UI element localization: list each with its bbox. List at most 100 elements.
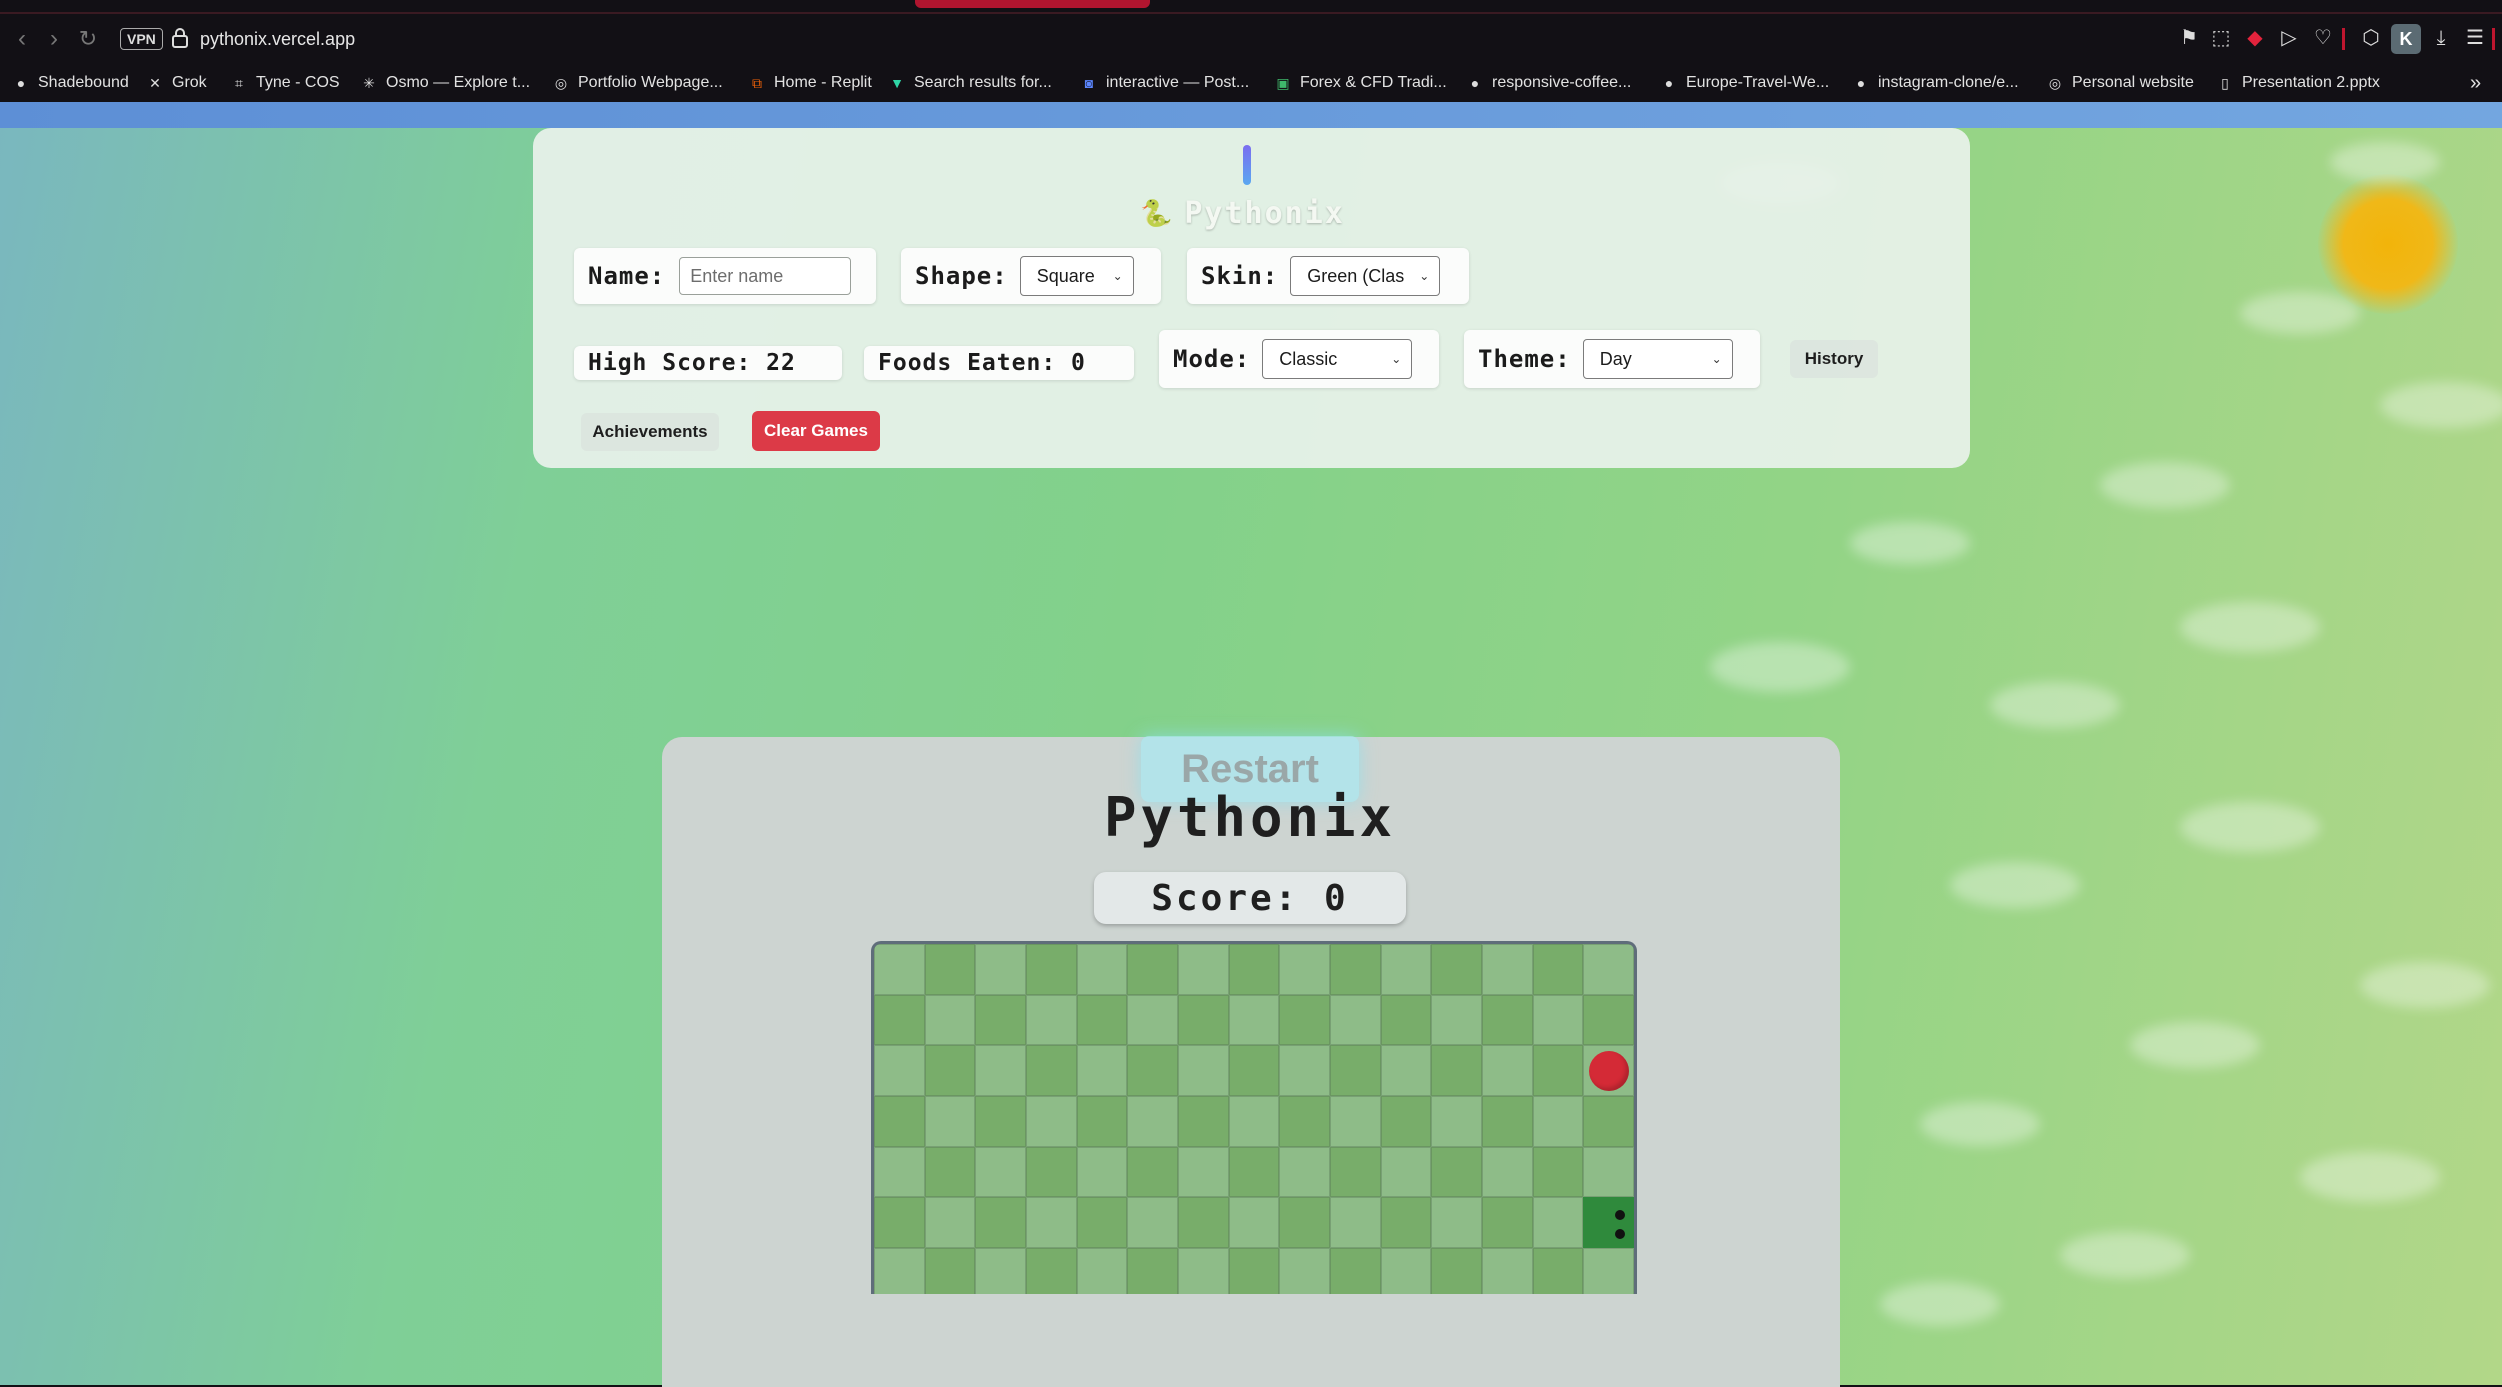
board-cell xyxy=(1583,944,1634,995)
board-cell xyxy=(1228,944,1280,995)
bookmark-item[interactable]: ✕ Grok xyxy=(146,70,207,96)
board-cell xyxy=(1532,1197,1584,1248)
board-cell xyxy=(1380,994,1432,1046)
cloud-decoration xyxy=(1850,522,1970,564)
chevron-down-icon: ⌄ xyxy=(1391,352,1402,366)
shape-select-value: Square xyxy=(1036,265,1095,286)
cloud-decoration xyxy=(2130,1022,2260,1068)
theme-select[interactable]: Day ⌄ xyxy=(1582,339,1733,379)
mode-select[interactable]: Classic ⌄ xyxy=(1262,339,1413,379)
sun-decoration xyxy=(2318,174,2458,314)
snake-eye xyxy=(1614,1209,1625,1220)
tab-strip xyxy=(0,0,2502,14)
board-cell xyxy=(1228,1248,1280,1294)
reload-icon[interactable]: ↻ xyxy=(74,25,102,53)
panel-brand: 🐍 Pythonix xyxy=(1140,196,1345,231)
board-cell xyxy=(874,1146,925,1198)
menu-icon[interactable]: ☰ xyxy=(2462,25,2488,51)
board-cell xyxy=(874,944,925,995)
extensions-icon[interactable]: ⬡ xyxy=(2358,25,2384,51)
profile-avatar[interactable]: K xyxy=(2391,24,2421,54)
forward-icon[interactable]: › xyxy=(40,25,68,53)
board-cell xyxy=(1178,1197,1229,1248)
vpn-badge[interactable]: VPN xyxy=(120,28,163,50)
board-cell xyxy=(1127,1197,1178,1248)
board-cell xyxy=(874,1197,925,1248)
cloud-decoration xyxy=(1920,1102,2040,1146)
board-cell xyxy=(874,1248,925,1294)
board-cell xyxy=(1279,1096,1330,1147)
board-cell xyxy=(1228,994,1280,1046)
board-cell xyxy=(1330,1197,1381,1248)
board-cell xyxy=(1026,1045,1077,1096)
high-score-text: High Score: 22 xyxy=(588,350,796,376)
achievements-button[interactable]: Achievements xyxy=(581,413,719,451)
skin-select[interactable]: Green (Clas ⌄ xyxy=(1290,256,1441,296)
board-cell xyxy=(1076,1197,1128,1248)
bookmark-item[interactable]: ◙ interactive — Post... xyxy=(1080,70,1249,96)
lock-icon[interactable] xyxy=(170,26,190,50)
bookmark-item[interactable]: ● responsive-coffee... xyxy=(1466,70,1632,96)
bookmark-item[interactable]: ✳ Osmo — Explore t... xyxy=(360,70,530,96)
globe-icon: ◎ xyxy=(554,74,568,91)
board-cell xyxy=(1380,1146,1432,1198)
bookmark-icon[interactable]: ⚑ xyxy=(2176,25,2202,51)
theme-field-group: Theme: Day ⌄ xyxy=(1464,330,1760,388)
chevron-down-icon: ⌄ xyxy=(1711,352,1722,366)
board-cell xyxy=(1026,1197,1077,1248)
foods-eaten-text: Foods Eaten: 0 xyxy=(878,350,1086,376)
screenshot-icon[interactable]: ⬚ xyxy=(2208,25,2234,51)
board-cell xyxy=(924,994,976,1046)
bookmark-item[interactable]: ▯ Presentation 2.pptx xyxy=(2216,70,2380,96)
cloud-decoration xyxy=(2360,962,2490,1008)
game-title: Pythonix xyxy=(1103,786,1397,849)
board-cell xyxy=(1076,944,1128,995)
url-text[interactable]: pythonix.vercel.app xyxy=(200,26,355,52)
board-cell xyxy=(1076,1045,1128,1096)
pocket-icon[interactable]: ◆ xyxy=(2242,25,2268,51)
board-cell xyxy=(1178,1045,1229,1096)
board-cell xyxy=(1178,1248,1229,1294)
github-icon: ● xyxy=(1470,75,1480,91)
active-tab[interactable] xyxy=(915,0,1150,8)
score-display: Score: 0 xyxy=(1094,872,1406,924)
cloud-decoration xyxy=(2180,602,2320,652)
play-icon[interactable]: ▷ xyxy=(2276,25,2302,51)
board-cell xyxy=(1380,1045,1432,1096)
board-cell xyxy=(1178,994,1229,1046)
board-cell xyxy=(1279,1045,1330,1096)
bookmark-item[interactable]: ● instagram-clone/e... xyxy=(1852,70,2019,96)
bookmark-item[interactable]: ▣ Forex & CFD Tradi... xyxy=(1274,70,1446,96)
snake-head xyxy=(1583,1197,1634,1248)
bookmark-item[interactable]: ◎ Portfolio Webpage... xyxy=(552,70,723,96)
board-cell xyxy=(1330,1096,1381,1147)
name-field-group: Name: Enter name xyxy=(574,248,876,304)
back-icon[interactable]: ‹ xyxy=(8,25,36,53)
bookmark-item[interactable]: ◎ Personal website xyxy=(2046,70,2194,96)
skin-select-value: Green (Clas xyxy=(1307,265,1405,286)
board-cell xyxy=(1228,1197,1280,1248)
bookmark-item[interactable]: ▼ Search results for... xyxy=(888,70,1052,96)
bookmark-item[interactable]: ● Shadebound xyxy=(12,70,129,96)
clear-games-button[interactable]: Clear Games xyxy=(752,411,880,451)
board-cell xyxy=(1431,1197,1482,1248)
vercel-icon: ▼ xyxy=(890,75,904,91)
bookmark-item[interactable]: ● Europe-Travel-We... xyxy=(1660,70,1829,96)
heart-icon[interactable]: ♡ xyxy=(2310,25,2336,51)
board-cell xyxy=(1127,1248,1178,1294)
shape-select[interactable]: Square ⌄ xyxy=(1019,256,1134,296)
postman-icon: ◙ xyxy=(1084,75,1094,91)
name-input[interactable]: Enter name xyxy=(679,257,852,295)
foods-eaten-box: Foods Eaten: 0 xyxy=(864,346,1134,380)
board-cell xyxy=(1178,1146,1229,1198)
bookmark-item[interactable]: ⧉ Home - Replit xyxy=(748,70,872,96)
game-board[interactable] xyxy=(871,941,1637,1294)
cloud-decoration xyxy=(1950,862,2080,908)
board-cell xyxy=(975,1096,1026,1147)
board-cell xyxy=(1228,1096,1280,1147)
board-cell xyxy=(924,1045,976,1096)
history-button[interactable]: History xyxy=(1790,340,1878,378)
download-icon[interactable]: ⤓ xyxy=(2428,25,2454,51)
bookmark-item[interactable]: ⌗ Tyne - COS xyxy=(230,70,340,96)
bookmarks-overflow-icon[interactable]: » xyxy=(2470,70,2481,96)
